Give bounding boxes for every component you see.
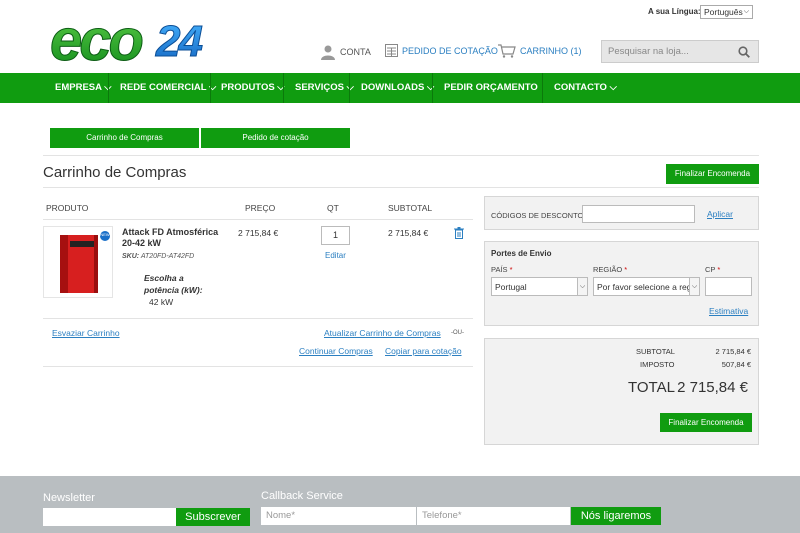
option-value: 42 kW [149, 297, 174, 307]
total-value: 2 715,84 € [677, 379, 748, 396]
nav-pedir-orcamento[interactable]: PEDIR ORÇAMENTO [444, 73, 538, 103]
callback-name-input[interactable]: Nome* [261, 507, 416, 525]
cart-icon [498, 44, 516, 58]
quantity-input[interactable]: 1 [321, 226, 350, 245]
col-price: PREÇO [245, 203, 276, 213]
newsletter-email-input[interactable] [43, 508, 176, 526]
discount-code-input[interactable] [582, 205, 695, 223]
discount-panel: CÓDIGOS DE DESCONTO Aplicar [484, 196, 759, 230]
nav-downloads[interactable]: DOWNLOADS ⌵ [361, 73, 434, 103]
region-label: REGIÃO * [593, 265, 628, 274]
logo-graphic: eco 24 [50, 8, 205, 74]
subtotal-value: 2 715,84 € [715, 347, 751, 356]
nav-produtos[interactable]: PRODUTOS ⌵ [221, 73, 285, 103]
callback-button[interactable]: Nós ligaremos [571, 507, 661, 525]
discount-label: CÓDIGOS DE DESCONTO [491, 211, 584, 220]
chevron-down-icon: ⌵ [689, 278, 699, 295]
quote-label: PEDIDO DE COTAÇÃO [402, 45, 498, 56]
search-placeholder: Pesquisar na loja... [608, 46, 689, 57]
col-qty: QT [327, 203, 339, 213]
country-select[interactable]: Portugal ⌵ [491, 277, 588, 296]
quote-link[interactable]: PEDIDO DE COTAÇÃO [385, 44, 498, 57]
product-price: 2 715,84 € [238, 228, 279, 238]
region-select[interactable]: Por favor selecione a região ⌵ [593, 277, 700, 296]
chevron-down-icon: ⌵ [577, 278, 587, 295]
product-sku: SKU: AT20FD-AT42FD [122, 253, 195, 260]
search-input[interactable]: Pesquisar na loja... [601, 40, 759, 63]
total-label: TOTAL [628, 379, 675, 396]
language-value: Português [704, 7, 743, 17]
svg-text:24: 24 [155, 17, 202, 66]
option-label: Escolha a potência (kW): [144, 273, 203, 295]
nav-empresa[interactable]: EMPRESA ⌵ [55, 73, 111, 103]
trash-icon[interactable] [454, 227, 464, 239]
zip-label: CP * [705, 265, 721, 274]
nav-rede-comercial[interactable]: REDE COMERCIAL ⌵ [120, 73, 216, 103]
tab-shopping-cart[interactable]: Carrinho de Compras [50, 128, 199, 148]
product-subtotal: 2 715,84 € [388, 228, 429, 238]
chevron-down-icon: ⌵ [743, 8, 749, 15]
page-title: Carrinho de Compras [43, 164, 187, 181]
col-product: PRODUTO [46, 203, 89, 213]
boiler-image [60, 231, 110, 293]
edit-link[interactable]: Editar [325, 251, 346, 260]
zip-input[interactable] [705, 277, 752, 296]
product-name[interactable]: Attack FD Atmosférica 20-42 kW [122, 227, 232, 249]
product-image[interactable]: NEW [43, 226, 113, 298]
subtotal-label: SUBTOTAL [636, 347, 675, 356]
empty-cart-link[interactable]: Esvaziar Carrinho [52, 328, 120, 338]
divider [43, 187, 759, 188]
country-label: PAÍS * [491, 265, 513, 274]
nav-contacto[interactable]: CONTACTO ⌵ [554, 73, 617, 103]
divider [43, 219, 473, 220]
account-link[interactable]: CONTA [320, 44, 371, 60]
continue-shopping-link[interactable]: Continuar Compras [299, 346, 373, 356]
totals-panel: SUBTOTAL 2 715,84 € IMPOSTO 507,84 € TOT… [484, 338, 759, 445]
or-separator: -OU- [451, 330, 464, 336]
tax-value: 507,84 € [721, 360, 751, 369]
shipping-title: Portes de Envio [491, 249, 552, 258]
copy-to-quote-link[interactable]: Copiar para cotação [385, 346, 462, 356]
site-logo[interactable]: eco 24 [48, 8, 218, 74]
cart-label: CARRINHO (1) [520, 46, 582, 56]
checkout-button-top[interactable]: Finalizar Encomenda [666, 164, 759, 184]
language-label: A sua Língua: [648, 7, 701, 16]
footer: Newsletter Subscrever Callback Service N… [0, 476, 800, 533]
newsletter-title: Newsletter [43, 492, 95, 504]
tab-quote-request[interactable]: Pedido de cotação [201, 128, 350, 148]
divider [43, 318, 473, 319]
calculator-icon [385, 44, 398, 57]
callback-title: Callback Service [261, 490, 343, 502]
tax-label: IMPOSTO [640, 360, 675, 369]
nav-servicos[interactable]: SERVIÇOS ⌵ [295, 73, 354, 103]
callback-phone-input[interactable]: Telefone* [417, 507, 570, 525]
svg-text:eco: eco [50, 10, 143, 68]
new-badge: NEW [100, 232, 110, 237]
search-icon[interactable] [738, 46, 750, 58]
user-icon [321, 45, 335, 60]
estimate-link[interactable]: Estimativa [709, 306, 748, 316]
update-cart-link[interactable]: Atualizar Carrinho de Compras [324, 328, 441, 338]
divider [43, 155, 759, 156]
account-label: CONTA [340, 47, 371, 57]
subscribe-button[interactable]: Subscrever [176, 508, 250, 526]
cart-link[interactable]: CARRINHO (1) [498, 44, 582, 58]
col-subtotal: SUBTOTAL [388, 203, 433, 213]
divider [43, 366, 473, 367]
checkout-button-bottom[interactable]: Finalizar Encomenda [660, 413, 752, 432]
shipping-panel: Portes de Envio PAÍS * REGIÃO * CP * Por… [484, 241, 759, 326]
apply-discount-link[interactable]: Aplicar [707, 209, 733, 219]
main-nav: EMPRESA ⌵ REDE COMERCIAL ⌵ PRODUTOS ⌵ SE… [0, 73, 800, 103]
language-select[interactable]: Português ⌵ [700, 5, 753, 19]
